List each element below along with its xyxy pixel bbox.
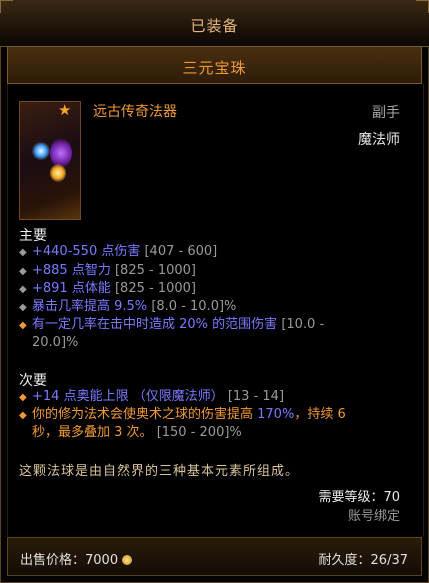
account-bound: 账号绑定	[347, 509, 400, 524]
durability: 耐久度：26/37	[319, 549, 408, 568]
secondary-label: 次要	[19, 373, 47, 389]
legendary-affix: ◆ 你的修为法术会使奥术之球的伤害提高 170%，持续 6	[19, 407, 346, 422]
sell-price: 出售价格：7000	[20, 549, 133, 568]
item-slot: 副手	[372, 105, 400, 121]
ancient-star-icon: ★	[58, 101, 72, 119]
equipped-header: 已装备	[0, 0, 429, 47]
equipped-label: 已装备	[190, 17, 239, 35]
gold-coin-icon	[122, 555, 133, 565]
durability-value: 26/37	[370, 553, 408, 568]
tooltip-footer: 出售价格：7000 耐久度：26/37	[7, 537, 422, 576]
item-name-banner: 三元宝珠	[7, 46, 422, 84]
stat-row: ◆ +891 点体能 [825 - 1000]	[19, 281, 196, 296]
item-name: 三元宝珠	[182, 59, 247, 77]
stat-row: ◆ 有一定几率在击中时造成 20% 的范围伤害 [10.0 -	[19, 317, 325, 332]
stat-row-continued: 20.0]%	[32, 335, 79, 350]
stat-row: ◆ +885 点智力 [825 - 1000]	[19, 263, 196, 278]
level-requirement: 需要等级：70	[318, 490, 400, 505]
item-type: 远古传奇法器	[93, 104, 177, 120]
orb-icon	[19, 101, 81, 220]
corner-ornament	[0, 0, 13, 13]
flavor-text: 这颗法球是由自然界的三种基本元素所组成。	[19, 464, 300, 479]
corner-ornament	[416, 0, 429, 13]
sell-label: 出售价格：	[20, 553, 86, 568]
stat-row: ◆ +440-550 点伤害 [407 - 600]	[19, 244, 218, 259]
primary-label: 主要	[19, 228, 47, 244]
stat-row: ◆ 暴击几率提高 9.5% [8.0 - 10.0]%	[19, 299, 237, 314]
item-class: 魔法师	[358, 132, 400, 148]
stat-row: ◆ +14 点奥能上限 （仅限魔法师） [13 - 14]	[19, 389, 285, 404]
durability-label: 耐久度：	[318, 553, 371, 568]
legendary-affix-continued: 秒，最多叠加 3 次。 [150 - 200]%	[32, 425, 242, 440]
sell-value: 7000	[85, 553, 119, 568]
